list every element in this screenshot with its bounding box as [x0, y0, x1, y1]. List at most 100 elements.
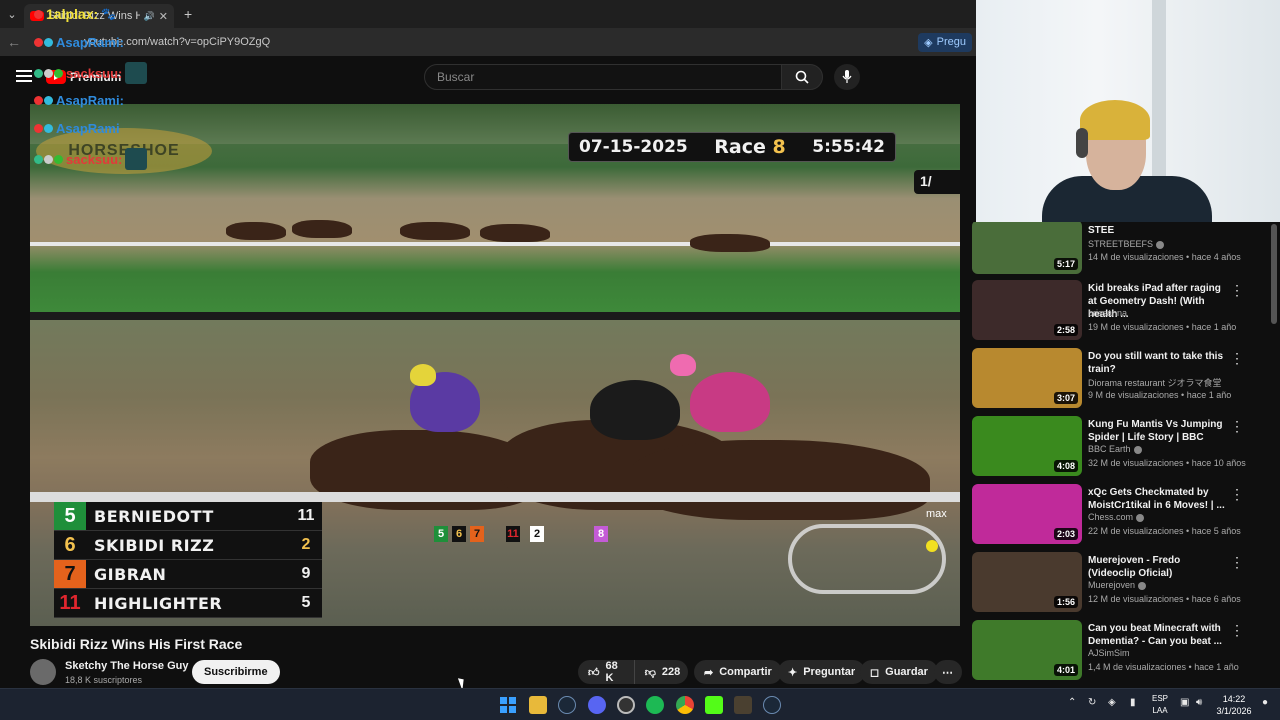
more-vert-icon[interactable]: ⋮	[1230, 622, 1244, 639]
video-title: Can you beat Minecraft with Dementia? - …	[1088, 623, 1222, 647]
recommended-video[interactable]: 5:17 STEE STREETBEEFS 14 M de visualizac…	[972, 222, 1268, 284]
system-clock[interactable]: 14:22 3/1/2026	[1214, 693, 1254, 717]
race-number: 8	[772, 136, 786, 158]
video-thumbnail[interactable]: 3:07	[972, 348, 1082, 408]
video-player[interactable]: 07-15-2025 Race 8 5:55:42 1/ 5 6 7 11 2 …	[30, 104, 960, 626]
share-button[interactable]: ➦ Compartir	[694, 660, 782, 684]
spotify-icon[interactable]	[646, 696, 664, 714]
clock-date: 3/1/2026	[1216, 706, 1252, 716]
mini-number: 6	[452, 526, 466, 542]
subscribe-button[interactable]: Suscribirme	[192, 660, 280, 684]
recommended-video[interactable]: 4:08 Kung Fu Mantis Vs Jumping Spider | …	[972, 416, 1268, 480]
mic-tray-icon[interactable]: ▮	[1130, 697, 1136, 708]
horse-number: 5	[54, 502, 86, 530]
close-tab-icon[interactable]: ✕	[159, 10, 168, 23]
ask-button[interactable]: ✦ Preguntar	[778, 660, 866, 684]
more-vert-icon[interactable]: ⋮	[1230, 418, 1244, 435]
recommended-video[interactable]: 2:58 Kid breaks iPad after raging at Geo…	[972, 280, 1268, 344]
more-actions-button[interactable]: ⋯	[934, 660, 962, 684]
verified-icon	[1156, 240, 1165, 249]
obs-icon[interactable]	[617, 696, 635, 714]
file-explorer-icon[interactable]	[529, 696, 547, 714]
recommended-video[interactable]: 2:03 xQc Gets Checkmated by MoistCr1tika…	[972, 484, 1268, 548]
emote-icon: 🐾	[101, 7, 117, 21]
clock-time: 14:22	[1222, 694, 1246, 704]
channel-name[interactable]: Sketchy The Horse Guy	[65, 660, 189, 672]
bookmark-icon: ◻	[870, 666, 880, 679]
share-arrow-icon: ➦	[704, 666, 714, 679]
mini-number: 8	[594, 526, 608, 542]
channel-label: Chess.com	[1088, 512, 1134, 522]
recommended-video[interactable]: 4:01 Can you beat Minecraft with Dementi…	[972, 620, 1268, 684]
channel-avatar[interactable]	[30, 659, 56, 685]
more-vert-icon[interactable]: ⋮	[1230, 486, 1244, 503]
kick-icon[interactable]	[705, 696, 723, 714]
volume-icon[interactable]: 🔊︎	[1196, 697, 1202, 708]
dislike-button[interactable]: 👎︎ 228	[633, 660, 691, 684]
save-button[interactable]: ◻ Guardar	[860, 660, 938, 684]
race-number-label: Race 8	[714, 136, 785, 158]
position-tracker-numbers: 5 6 7 11 2 8	[434, 526, 608, 542]
ask-ai-chip[interactable]: ◈ Pregu	[918, 32, 972, 52]
recommended-video[interactable]: 1:56 Muerejoven - Fredo (Videoclip Ofici…	[972, 552, 1268, 616]
standing-row: 7 GIBRAN 9	[54, 560, 322, 589]
video-meta: 9 M de visualizaciones • hace 1 año	[1088, 390, 1232, 400]
video-thumbnail[interactable]: 2:58	[972, 280, 1082, 340]
sidebar-scrollbar[interactable]	[1271, 224, 1277, 324]
chat-overlay-line: AsapRami	[34, 121, 120, 136]
more-vert-icon[interactable]: ⋮	[1230, 554, 1244, 571]
chat-username: AsapRami:	[56, 93, 124, 108]
video-thumbnail[interactable]: 5:17	[972, 222, 1082, 274]
chrome-icon[interactable]	[676, 696, 694, 714]
video-title: Muerejoven - Fredo (Videoclip Oficial)	[1088, 555, 1181, 579]
badge-icons	[34, 154, 63, 164]
headset	[1076, 128, 1088, 158]
windows-start-icon[interactable]	[499, 696, 517, 714]
like-button[interactable]: 👍︎ 68 K	[578, 660, 628, 684]
video-meta: 32 M de visualizaciones • hace 10 años	[1088, 458, 1246, 468]
channel-name: AJSimSim	[1088, 648, 1258, 658]
notification-bell-icon[interactable]: ●	[1262, 697, 1268, 708]
back-arrow-icon[interactable]: ←	[0, 34, 28, 50]
discord-icon[interactable]	[588, 696, 606, 714]
ask-ai-label: Pregu	[936, 36, 966, 48]
badge-icons	[34, 96, 53, 105]
sync-icon[interactable]: ↻	[1088, 697, 1096, 708]
horse	[400, 222, 470, 240]
horse	[630, 440, 930, 520]
search-button[interactable]	[781, 64, 823, 90]
tray-chevron-icon[interactable]: ⌃	[1068, 697, 1076, 708]
steam-icon[interactable]	[763, 696, 781, 714]
browser-tab-bar: ⌄ Skibidi Rizz Wins His First Race 🔊 ✕ +	[0, 0, 976, 28]
new-tab-icon[interactable]: +	[184, 6, 192, 22]
track-rail	[30, 242, 960, 246]
steam-icon[interactable]	[558, 696, 576, 714]
more-horizontal-icon: ⋯	[942, 666, 953, 679]
voice-search-button[interactable]	[834, 64, 860, 90]
inner-rail	[30, 492, 960, 502]
video-thumbnail[interactable]: 2:03	[972, 484, 1082, 544]
search-input[interactable]: Buscar	[424, 64, 782, 90]
ai-icon: ◈	[924, 36, 933, 49]
security-icon[interactable]: ◈	[1108, 697, 1116, 708]
speaker-icon[interactable]: 🔊	[144, 11, 155, 22]
language-indicator[interactable]: ESP LAA	[1150, 693, 1170, 717]
ask-label: Preguntar	[803, 666, 856, 678]
windows-taskbar: ⌃ ↻ ◈ ▮ ESP LAA ▣ 🔊︎ 14:22 3/1/2026 ●	[0, 688, 1280, 720]
more-vert-icon[interactable]: ⋮	[1230, 350, 1244, 367]
video-thumbnail[interactable]: 4:01	[972, 620, 1082, 680]
video-thumbnail[interactable]: 4:08	[972, 416, 1082, 476]
channel-name: Muerejoven	[1088, 580, 1258, 590]
url-field[interactable]: youtube.com/watch?v=opCiPY9OZgQ	[28, 36, 918, 48]
video-thumbnail[interactable]: 1:56	[972, 552, 1082, 612]
more-vert-icon[interactable]: ⋮	[1230, 282, 1244, 299]
recommended-video[interactable]: 3:07 Do you still want to take this trai…	[972, 348, 1268, 412]
network-icon[interactable]: ▣	[1180, 697, 1189, 708]
app-icon[interactable]	[734, 696, 752, 714]
mini-number: 2	[530, 526, 544, 542]
split-divider	[30, 312, 960, 320]
menu-icon[interactable]	[16, 70, 32, 82]
channel-name: STREETBEEFS	[1088, 239, 1258, 249]
chat-overlay-line: sacksuu:	[34, 62, 148, 84]
tab-list-chevron-icon[interactable]: ⌄	[0, 0, 24, 28]
